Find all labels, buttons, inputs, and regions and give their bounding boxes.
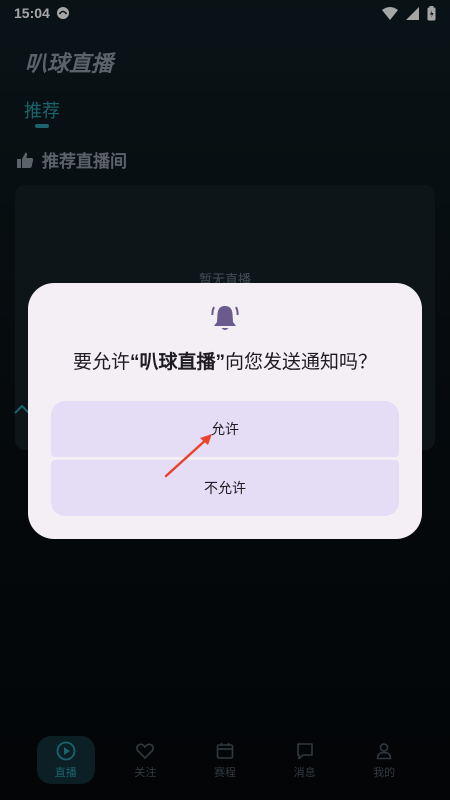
notification-permission-dialog: 要允许“叭球直播”向您发送通知吗？ 允许 不允许: [28, 283, 422, 539]
deny-button[interactable]: 不允许: [51, 460, 399, 516]
bell-icon: [211, 303, 239, 333]
dialog-message-suffix: 向您发送通知吗？: [225, 352, 378, 373]
dialog-app-name: “叭球直播”: [129, 352, 225, 373]
allow-button[interactable]: 允许: [51, 401, 399, 457]
dialog-message-prefix: 要允许: [72, 352, 130, 373]
dialog-message: 要允许“叭球直播”向您发送通知吗？: [28, 347, 422, 374]
pointer-arrow-annotation: [160, 428, 222, 482]
